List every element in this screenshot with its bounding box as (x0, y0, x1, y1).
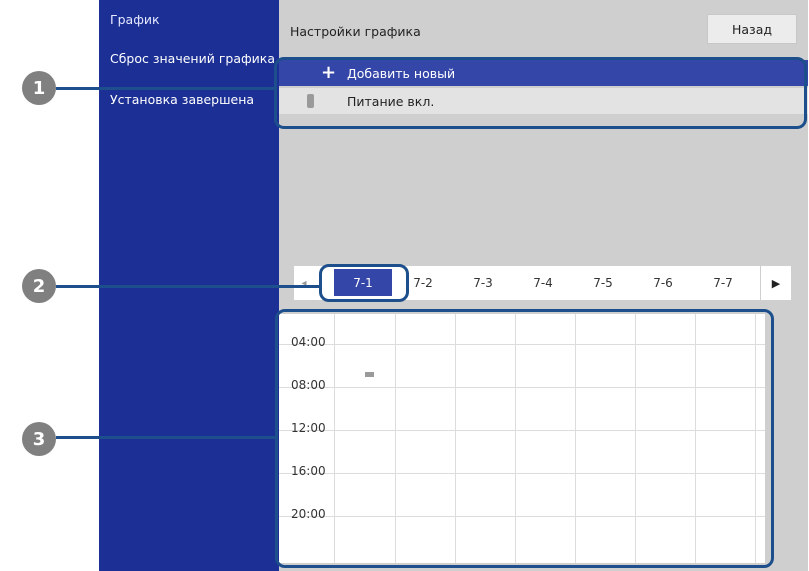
page-title: Настройки графика (290, 24, 421, 39)
tab-7-5[interactable]: 7-5 (574, 266, 632, 300)
callout-line-1 (56, 87, 275, 90)
tab-7-7[interactable]: 7-7 (694, 266, 752, 300)
callout-box-1 (274, 57, 807, 129)
callout-number-3: 3 (22, 422, 56, 456)
callout-line-3 (56, 436, 276, 439)
callout-number-1: 1 (22, 71, 56, 105)
callout-box-3 (275, 309, 774, 568)
tab-7-3[interactable]: 7-3 (454, 266, 512, 300)
callout-number-2: 2 (22, 269, 56, 303)
callout-line-2 (56, 285, 320, 288)
sidebar-item-reset-schedule[interactable]: Сброс значений графика (110, 51, 275, 66)
next-arrow-icon: ▶ (771, 276, 781, 290)
back-button[interactable]: Назад (707, 14, 797, 44)
tab-7-4[interactable]: 7-4 (514, 266, 572, 300)
callout-box-2 (319, 264, 409, 302)
sidebar-item-schedule[interactable]: График (110, 12, 160, 27)
tab-7-6[interactable]: 7-6 (634, 266, 692, 300)
sidebar-item-setup-complete[interactable]: Установка завершена (110, 92, 254, 107)
prev-arrow-icon[interactable]: ◂ (294, 266, 314, 300)
next-arrow-button[interactable]: ▶ (761, 266, 791, 300)
